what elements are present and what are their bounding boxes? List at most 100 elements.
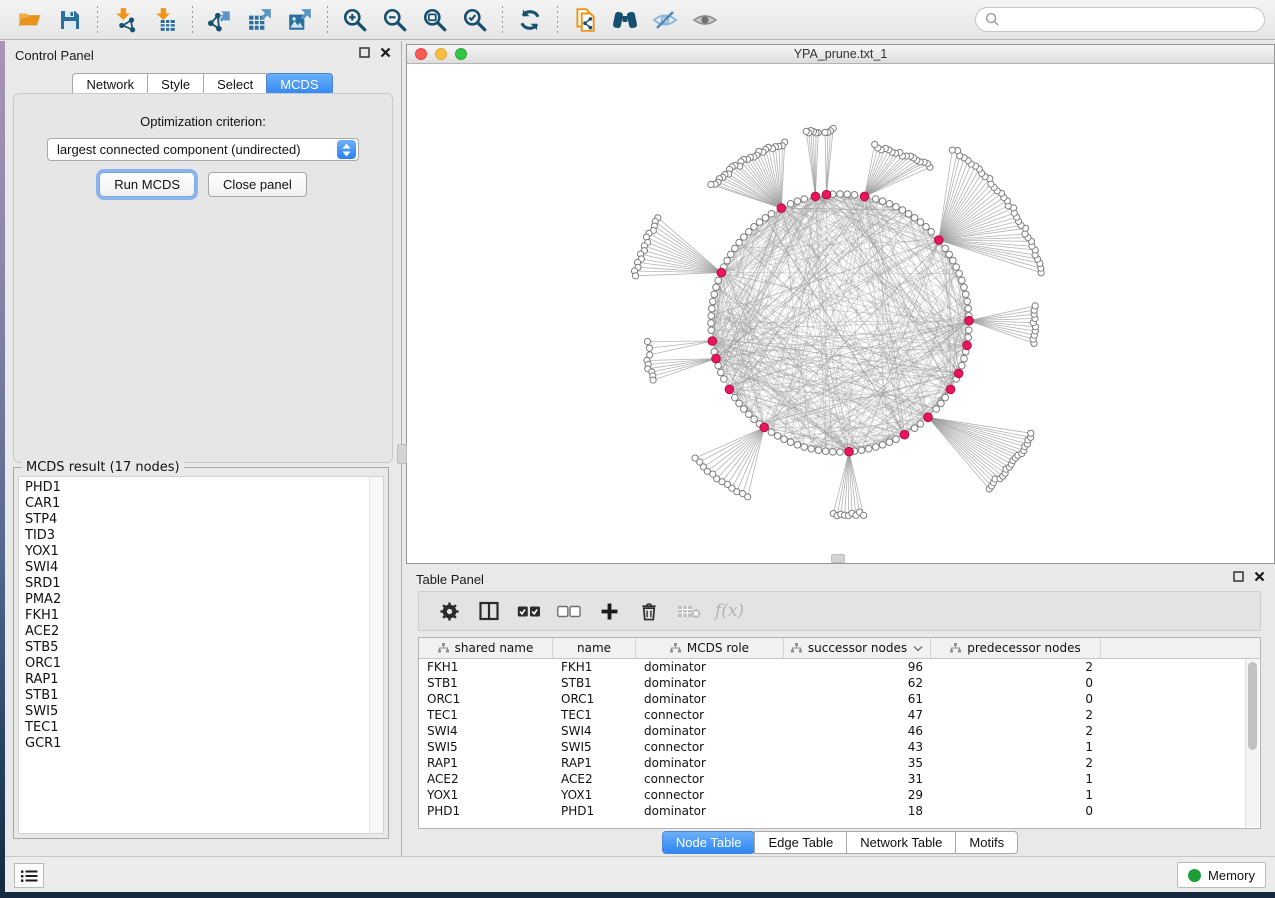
table-cell[interactable]: 62 [784,675,931,691]
mcds-result-item[interactable]: STP4 [19,512,369,528]
tab-node-table[interactable]: Node Table [662,831,756,854]
column-settings-button[interactable] [431,596,467,626]
mcds-result-list[interactable]: PHD1CAR1STP4TID3YOX1SWI4SRD1PMA2FKH1ACE2… [18,476,384,834]
table-cell[interactable]: ORC1 [553,691,636,707]
zoom-out-button[interactable] [375,4,415,36]
table-cell[interactable]: ACE2 [553,771,636,787]
column-header-mcds-role[interactable]: MCDS role [636,638,784,658]
table-row[interactable]: SWI5SWI5connector431 [419,739,1260,755]
column-header-successor-nodes[interactable]: successor nodes [784,638,931,658]
table-cell[interactable]: connector [636,707,784,723]
network-graph[interactable] [407,64,1274,563]
table-cell[interactable]: dominator [636,803,784,819]
mcds-result-item[interactable]: GCR1 [19,736,369,752]
float-panel-icon[interactable] [1233,571,1244,582]
table-cell[interactable]: 2 [931,707,1101,723]
table-cell[interactable]: 0 [931,803,1101,819]
table-cell[interactable]: FKH1 [553,659,636,675]
network-window-titlebar[interactable]: YPA_prune.txt_1 [407,45,1274,64]
table-cell[interactable]: PHD1 [419,803,553,819]
horizontal-splitter-handle[interactable] [831,554,845,563]
import-network-button[interactable] [105,4,145,36]
table-cell[interactable]: YOX1 [419,787,553,803]
table-scrollbar-thumb[interactable] [1248,662,1257,750]
function-builder-button[interactable]: f(x) [711,601,744,621]
table-cell[interactable]: connector [636,739,784,755]
import-table-button[interactable] [145,4,185,36]
criterion-select[interactable]: largest connected component (undirected) [47,138,359,161]
table-cell[interactable]: ACE2 [419,771,553,787]
select-all-button[interactable] [511,596,547,626]
float-panel-icon[interactable] [359,47,370,58]
mcds-result-item[interactable]: TID3 [19,528,369,544]
save-session-button[interactable] [50,4,90,36]
table-cell[interactable]: SWI5 [553,739,636,755]
mcds-result-item[interactable]: ACE2 [19,624,369,640]
close-panel-icon[interactable] [380,47,391,58]
task-history-button[interactable] [14,863,44,888]
table-cell[interactable]: PHD1 [553,803,636,819]
open-file-button[interactable] [10,4,50,36]
table-cell[interactable]: 0 [931,675,1101,691]
table-row[interactable]: YOX1YOX1connector291 [419,787,1260,803]
close-panel-button[interactable]: Close panel [208,172,307,197]
export-network-button[interactable] [200,4,240,36]
mcds-result-item[interactable]: SRD1 [19,576,369,592]
table-cell[interactable]: STB1 [419,675,553,691]
close-panel-icon[interactable] [1254,571,1265,582]
table-cell[interactable]: YOX1 [553,787,636,803]
mcds-result-item[interactable]: ORC1 [19,656,369,672]
delete-table-button[interactable] [671,596,707,626]
memory-button[interactable]: Memory [1177,862,1266,888]
table-cell[interactable]: 2 [931,723,1101,739]
hide-selected-button[interactable] [645,4,685,36]
table-cell[interactable]: 29 [784,787,931,803]
table-cell[interactable]: dominator [636,723,784,739]
mcds-result-item[interactable]: PMA2 [19,592,369,608]
table-cell[interactable]: 1 [931,787,1101,803]
export-table-button[interactable] [240,4,280,36]
network-canvas[interactable] [407,64,1274,563]
new-network-from-selection-button[interactable] [565,4,605,36]
table-cell[interactable]: 47 [784,707,931,723]
table-row[interactable]: FKH1FKH1dominator962 [419,659,1260,675]
table-cell[interactable]: SWI5 [419,739,553,755]
mcds-result-item[interactable]: PHD1 [19,480,369,496]
run-mcds-button[interactable]: Run MCDS [99,172,195,197]
search-input[interactable] [1006,11,1255,28]
mcds-result-item[interactable]: CAR1 [19,496,369,512]
table-row[interactable]: RAP1RAP1dominator352 [419,755,1260,771]
export-image-button[interactable] [280,4,320,36]
refresh-button[interactable] [510,4,550,36]
table-cell[interactable]: dominator [636,659,784,675]
table-cell[interactable]: 2 [931,659,1101,675]
mcds-result-item[interactable]: STB1 [19,688,369,704]
table-row[interactable]: SWI4SWI4dominator462 [419,723,1260,739]
column-header-shared-name[interactable]: shared name [419,638,553,658]
mcds-result-item[interactable]: STB5 [19,640,369,656]
table-cell[interactable]: connector [636,787,784,803]
table-cell[interactable]: 0 [931,691,1101,707]
show-all-button[interactable] [685,4,725,36]
table-row[interactable]: PHD1PHD1dominator180 [419,803,1260,819]
vertical-splitter-handle[interactable] [397,444,407,464]
table-cell[interactable]: RAP1 [419,755,553,771]
deselect-all-button[interactable] [551,596,587,626]
select-first-neighbors-button[interactable] [605,4,645,36]
column-header-name[interactable]: name [553,638,636,658]
table-cell[interactable]: SWI4 [419,723,553,739]
mcds-result-item[interactable]: TEC1 [19,720,369,736]
table-cell[interactable]: SWI4 [553,723,636,739]
tab-edge-table[interactable]: Edge Table [754,831,847,854]
table-cell[interactable]: TEC1 [419,707,553,723]
table-cell[interactable]: 18 [784,803,931,819]
table-row[interactable]: STB1STB1dominator620 [419,675,1260,691]
table-cell[interactable]: 96 [784,659,931,675]
table-cell[interactable]: dominator [636,755,784,771]
table-row[interactable]: ACE2ACE2connector311 [419,771,1260,787]
table-cell[interactable]: 1 [931,771,1101,787]
table-cell[interactable]: 31 [784,771,931,787]
mcds-result-item[interactable]: SWI4 [19,560,369,576]
table-cell[interactable]: STB1 [553,675,636,691]
mcds-result-item[interactable]: YOX1 [19,544,369,560]
